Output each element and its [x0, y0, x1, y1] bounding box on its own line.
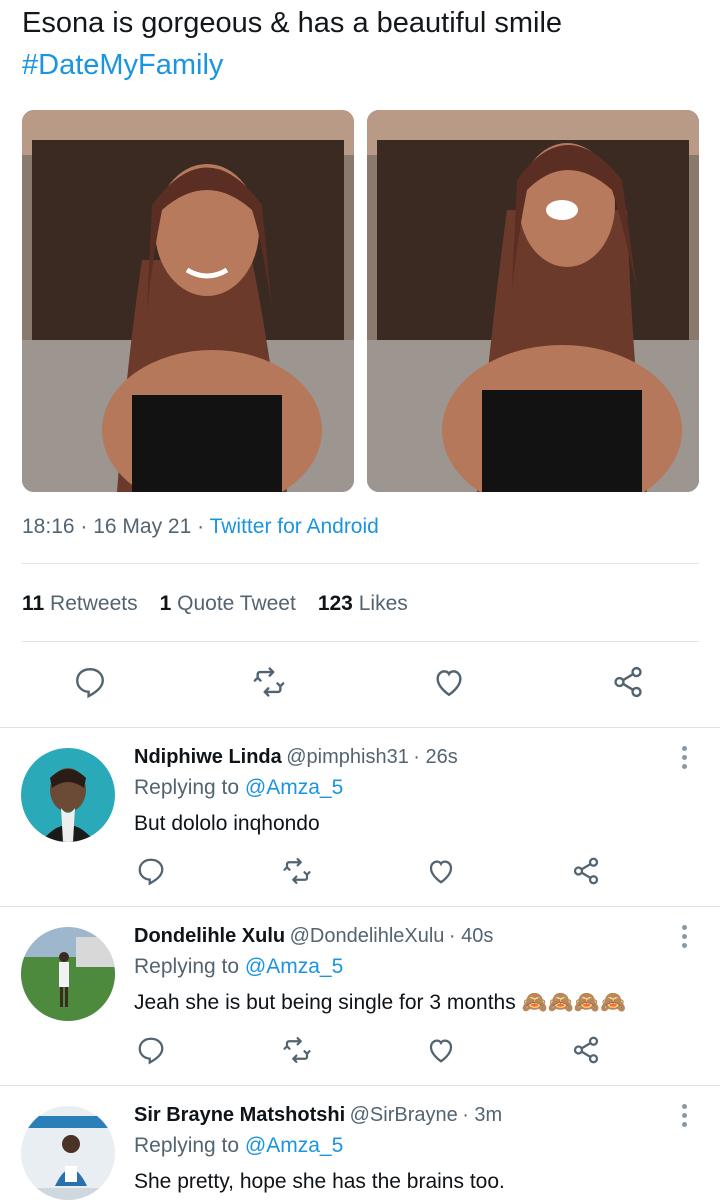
- reply-header: Ndiphiwe Linda @pimphish31 · 26s: [134, 746, 458, 768]
- reply-header: Sir Brayne Matshotshi @SirBrayne · 3m: [134, 1104, 503, 1126]
- replying-to: Replying to @Amza_5: [134, 955, 344, 978]
- replying-to: Replying to @Amza_5: [134, 776, 344, 799]
- mention-link[interactable]: @Amza_5: [245, 776, 343, 799]
- retweet-icon[interactable]: [252, 665, 286, 699]
- tweet-text: Esona is gorgeous & has a beautiful smil…: [22, 2, 562, 86]
- share-icon[interactable]: [611, 665, 645, 699]
- reply-author-handle[interactable]: @DondelihleXulu: [290, 925, 445, 947]
- share-icon[interactable]: [571, 856, 601, 886]
- avatar[interactable]: [21, 748, 115, 842]
- tweet-time: 18:16: [22, 515, 75, 538]
- mention-link[interactable]: @Amza_5: [245, 1134, 343, 1157]
- reply-icon[interactable]: [136, 856, 166, 886]
- reply-time: 40s: [461, 925, 494, 947]
- reply-author-handle[interactable]: @pimphish31: [286, 746, 409, 768]
- reply-tweet[interactable]: Ndiphiwe Linda @pimphish31 · 26s Replyin…: [0, 728, 720, 905]
- more-options-icon[interactable]: [682, 1104, 688, 1131]
- reply-tweet[interactable]: Sir Brayne Matshotshi @SirBrayne · 3m Re…: [0, 1086, 720, 1202]
- reply-text: Jeah she is but being single for 3 month…: [134, 991, 627, 1014]
- divider: [22, 563, 699, 564]
- reply-author-handle[interactable]: @SirBrayne: [350, 1104, 458, 1126]
- reply-time: 26s: [425, 746, 458, 768]
- like-icon[interactable]: [426, 856, 456, 886]
- tweet-stats: 11 Retweets 1 Quote Tweet 123 Likes: [22, 592, 408, 616]
- tweet-photo-1[interactable]: [22, 110, 354, 492]
- reply-author-name[interactable]: Sir Brayne Matshotshi: [134, 1104, 345, 1126]
- share-icon[interactable]: [571, 1035, 601, 1065]
- like-icon[interactable]: [432, 665, 466, 699]
- reply-icon[interactable]: [73, 665, 107, 699]
- mention-link[interactable]: @Amza_5: [245, 955, 343, 978]
- see-no-evil-monkey-emoji: 🙈🙈🙈🙈: [521, 991, 627, 1014]
- tweet-action-bar: [0, 665, 720, 705]
- retweet-icon[interactable]: [282, 856, 312, 886]
- reply-header: Dondelihle Xulu @DondelihleXulu · 40s: [134, 925, 494, 947]
- reply-tweet[interactable]: Dondelihle Xulu @DondelihleXulu · 40s Re…: [0, 907, 720, 1084]
- more-options-icon[interactable]: [682, 746, 688, 773]
- avatar[interactable]: [21, 927, 115, 1021]
- more-options-icon[interactable]: [682, 925, 688, 952]
- tweet-date: 16 May 21: [93, 515, 192, 538]
- retweets-stat[interactable]: 11 Retweets: [22, 592, 138, 616]
- reply-author-name[interactable]: Ndiphiwe Linda: [134, 746, 282, 768]
- reply-text: She pretty, hope she has the brains too.: [134, 1170, 505, 1193]
- tweet-meta: 18:16 · 16 May 21 · Twitter for Android: [22, 515, 379, 538]
- reply-text: But dololo inqhondo: [134, 812, 320, 835]
- reply-icon[interactable]: [136, 1035, 166, 1065]
- divider: [22, 641, 699, 642]
- tweet-text-line: Esona is gorgeous & has a beautiful smil…: [22, 7, 563, 39]
- reply-author-name[interactable]: Dondelihle Xulu: [134, 925, 285, 947]
- avatar[interactable]: [21, 1106, 115, 1200]
- retweet-icon[interactable]: [282, 1035, 312, 1065]
- quote-tweets-stat[interactable]: 1 Quote Tweet: [160, 592, 296, 616]
- replying-to: Replying to @Amza_5: [134, 1134, 344, 1157]
- hashtag-link[interactable]: #DateMyFamily: [22, 44, 562, 86]
- tweet-photo-2[interactable]: [367, 110, 699, 492]
- tweet-source-link[interactable]: Twitter for Android: [210, 515, 379, 538]
- likes-stat[interactable]: 123 Likes: [318, 592, 408, 616]
- like-icon[interactable]: [426, 1035, 456, 1065]
- reply-time: 3m: [474, 1104, 503, 1126]
